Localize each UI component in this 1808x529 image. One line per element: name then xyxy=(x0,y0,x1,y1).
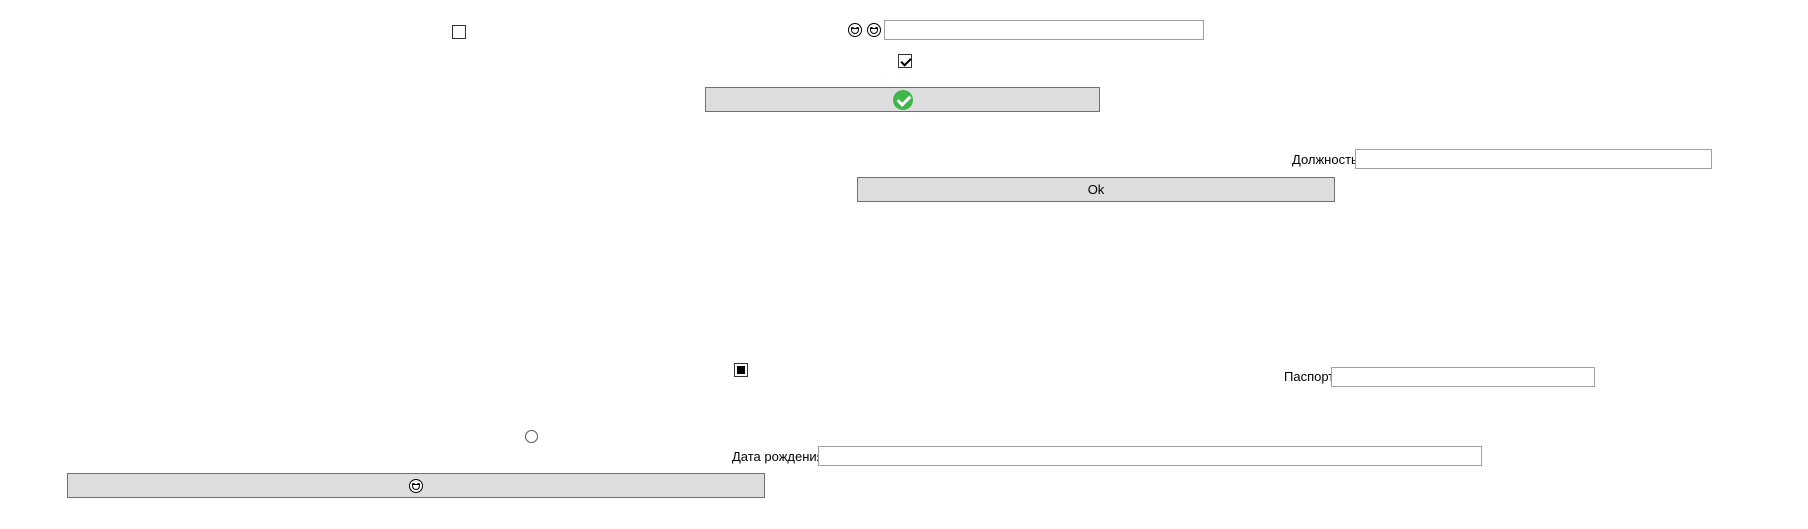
top-text-field[interactable] xyxy=(884,20,1204,40)
grinning-face-icon xyxy=(848,23,862,37)
position-label: Должность xyxy=(1292,152,1358,167)
birth-date-label: Дата рождения xyxy=(732,449,824,464)
checkbox-mid[interactable] xyxy=(734,363,748,377)
check-circle-icon xyxy=(892,89,913,110)
radio-button[interactable] xyxy=(525,430,538,443)
smiling-face-icon xyxy=(867,23,881,37)
birth-date-field[interactable] xyxy=(818,446,1482,466)
passport-field[interactable] xyxy=(1331,367,1595,387)
position-field[interactable] xyxy=(1355,149,1712,169)
grinning-face-icon xyxy=(409,478,423,493)
checkbox-center[interactable] xyxy=(898,54,912,68)
emoji-button[interactable] xyxy=(67,473,765,498)
checkbox-top-left[interactable] xyxy=(452,25,466,39)
passport-label: Паспорт xyxy=(1284,369,1335,384)
confirm-button[interactable] xyxy=(705,87,1100,112)
ok-button[interactable]: Ok xyxy=(857,177,1335,202)
